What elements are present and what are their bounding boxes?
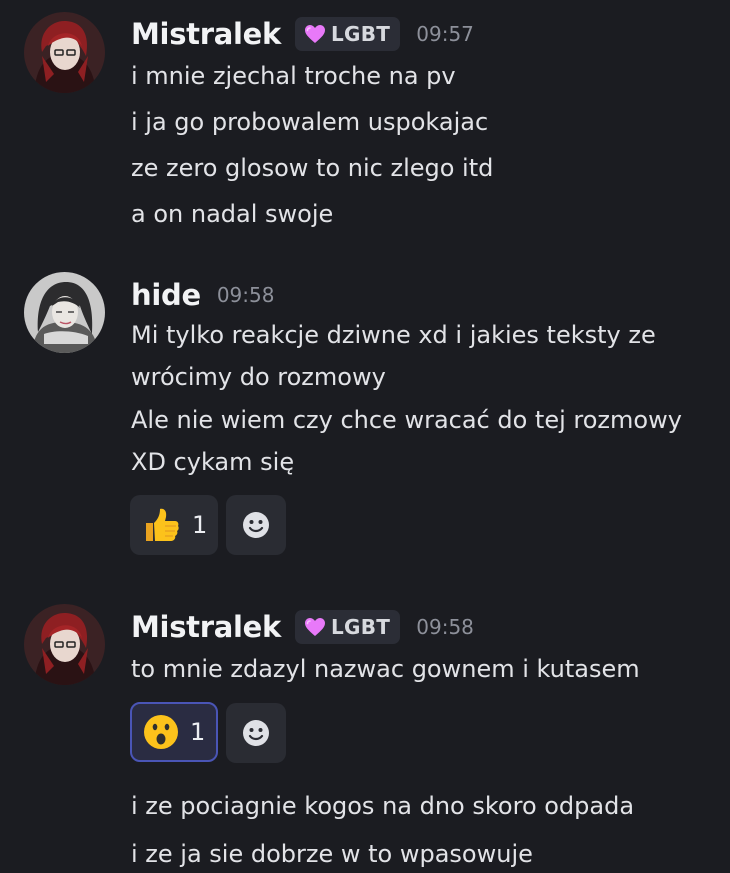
username[interactable]: Mistralek — [131, 610, 281, 644]
smiley-face-icon — [241, 718, 271, 748]
message-text: i ze pociagnie kogos na dno skoro odpada — [131, 792, 635, 820]
surprised-face-icon — [142, 713, 180, 751]
add-reaction-button[interactable] — [226, 703, 286, 763]
tag-label: LGBT — [331, 615, 391, 639]
avatar[interactable] — [24, 604, 105, 685]
reaction-count: 1 — [190, 718, 206, 746]
server-tag[interactable]: LGBT — [295, 610, 401, 644]
message-text: i ze ja sie dobrze w to wpasowuje — [131, 840, 533, 868]
purple-heart-icon — [303, 616, 327, 638]
reaction-surprised[interactable]: 1 — [130, 702, 218, 762]
message-group: Mistralek LGBT 09:58 to mnie zdazyl nazw… — [0, 0, 730, 873]
chat-log: Mistralek LGBT 09:57 i mnie zjechal troc… — [0, 0, 730, 873]
message-text: to mnie zdazyl nazwac gownem i kutasem — [131, 655, 640, 683]
timestamp: 09:58 — [416, 615, 474, 639]
